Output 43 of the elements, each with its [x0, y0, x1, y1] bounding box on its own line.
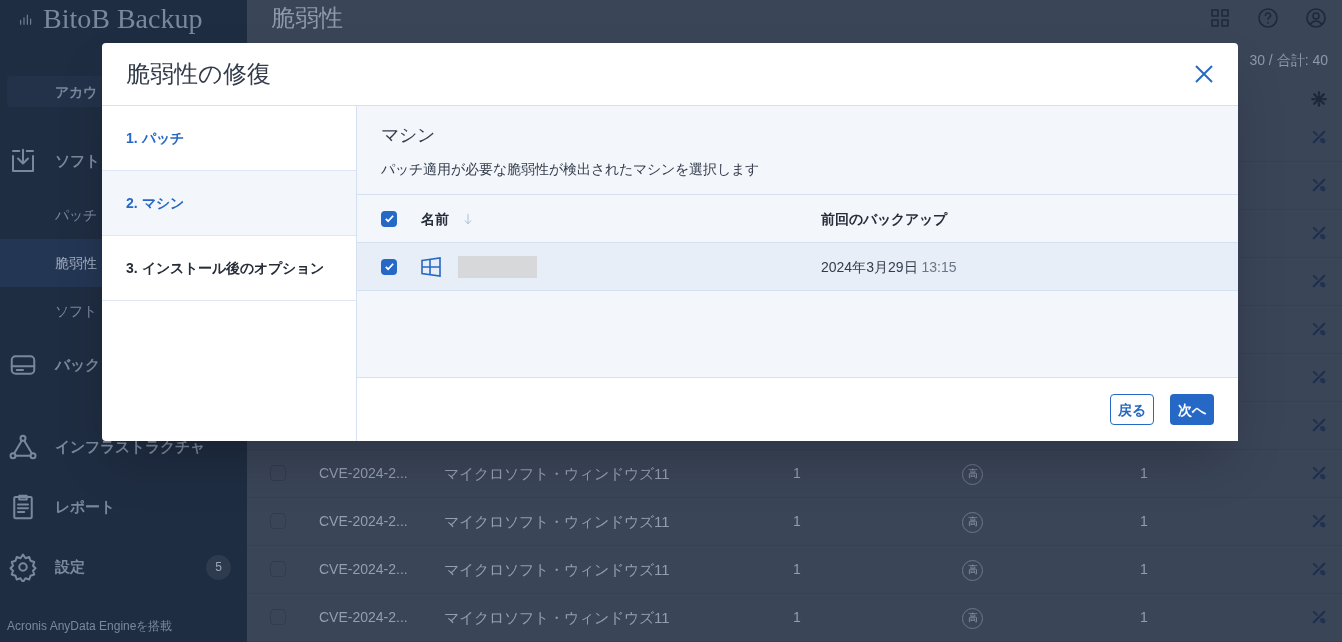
- next-button[interactable]: 次へ: [1170, 394, 1214, 425]
- table-cell: 1: [1140, 513, 1148, 530]
- checkbox[interactable]: [381, 210, 397, 227]
- table-cell: 1: [793, 561, 801, 578]
- table-cell: 1: [1140, 561, 1148, 578]
- help-icon: [1256, 6, 1280, 31]
- table-cell: 1: [1140, 609, 1148, 626]
- wizard-step[interactable]: 3. インストール後のオプション: [102, 236, 356, 301]
- section-heading: マシン: [381, 125, 435, 145]
- powered-by-text: Acronis AnyData Engineを搭載: [6, 618, 174, 635]
- table-cell: 1: [793, 609, 801, 626]
- section-description: パッチ適用が必要な脆弱性が検出されたマシンを選択します: [381, 161, 759, 177]
- check-icon: [383, 213, 395, 224]
- checkbox[interactable]: [381, 258, 397, 275]
- table-cell: 1: [793, 465, 801, 482]
- page-title: 脆弱性: [271, 3, 344, 34]
- nav-item[interactable]: レポート: [55, 495, 231, 519]
- table-cell: 1: [793, 513, 801, 530]
- wizard-step[interactable]: 1. パッチ: [102, 106, 356, 171]
- nav-item[interactable]: 設定: [55, 555, 206, 579]
- network-triangle-icon: [8, 432, 38, 462]
- column-header[interactable]: 名前: [421, 208, 449, 229]
- cve-id: CVE-2024-2...: [319, 465, 408, 482]
- dialog-title: 脆弱性の修復: [126, 59, 272, 89]
- column-header[interactable]: 前回のバックアップ: [821, 208, 947, 229]
- total-count: 30 / 合計: 40: [1249, 51, 1328, 71]
- cve-id: CVE-2024-2...: [319, 513, 408, 530]
- product-name: マイクロソフト・ウィンドウズ11: [444, 464, 670, 482]
- product-name: マイクロソフト・ウィンドウズ11: [444, 608, 670, 626]
- user-icon: [1304, 6, 1328, 31]
- back-button[interactable]: 戻る: [1110, 394, 1154, 425]
- wizard-step[interactable]: 2. マシン: [102, 171, 356, 236]
- check-icon: [383, 261, 395, 272]
- table-cell: 1: [1140, 465, 1148, 482]
- backup-time: 13:15: [921, 257, 957, 277]
- backup-date: 2024年3月29日: [821, 257, 918, 277]
- cve-id: CVE-2024-2...: [319, 609, 408, 626]
- product-name: マイクロソフト・ウィンドウズ11: [444, 560, 670, 578]
- count-badge: 5: [206, 554, 231, 580]
- app-logo: BitoB Backup: [43, 5, 203, 33]
- product-name: マイクロソフト・ウィンドウズ11: [444, 512, 670, 530]
- cve-id: CVE-2024-2...: [319, 561, 408, 578]
- windows-icon: [421, 256, 441, 277]
